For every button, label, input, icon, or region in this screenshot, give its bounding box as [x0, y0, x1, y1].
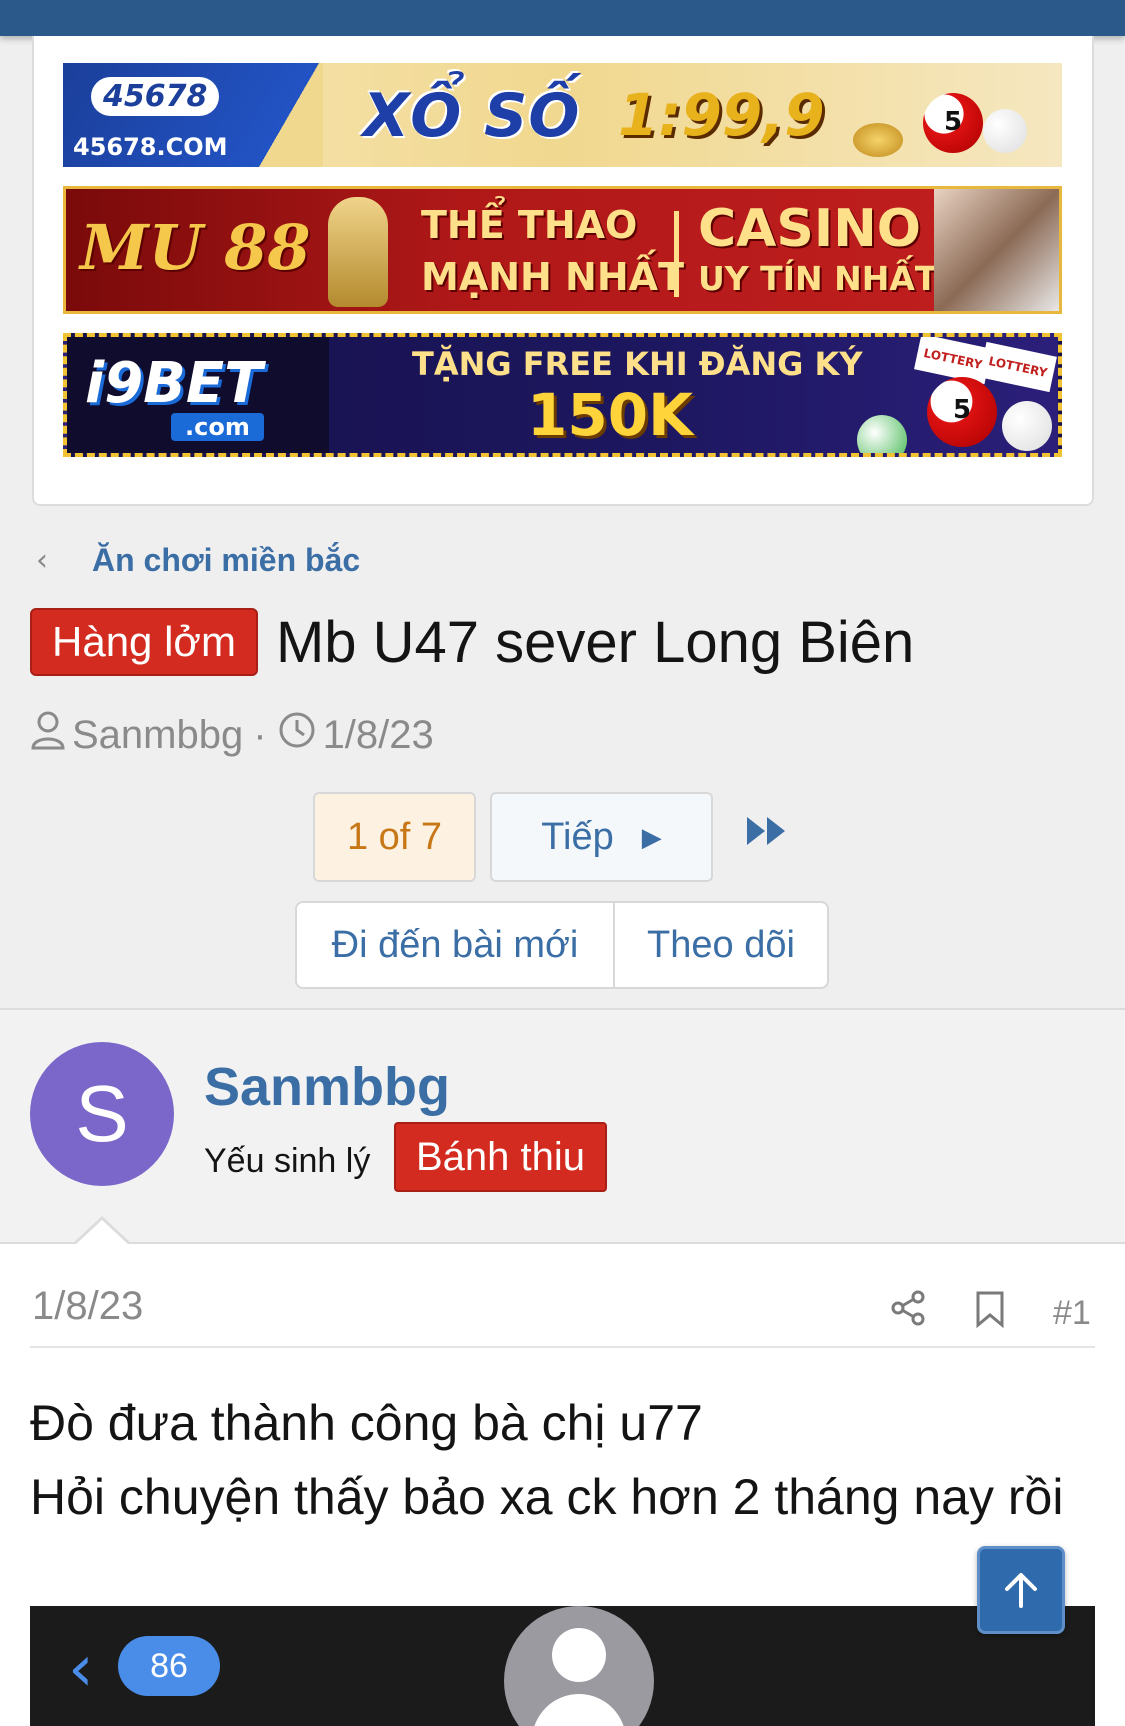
ball-number-label: 5 — [952, 395, 972, 425]
post-date[interactable]: 1/8/23 — [32, 1284, 143, 1329]
arrow-up-icon — [1005, 1573, 1037, 1608]
chevron-left-icon: ‹ — [68, 1632, 94, 1706]
avatar[interactable]: S — [30, 1042, 174, 1186]
ad-divider — [674, 211, 679, 297]
page-title: Mb U47 sever Long Biên — [275, 609, 915, 675]
lottery-ticket-icon: LOTTERY — [979, 341, 1057, 393]
breadcrumb-link[interactable]: Ăn chơi miền bắc — [92, 542, 360, 579]
ad-logo-domain: 45678.COM — [73, 133, 228, 161]
lottery-ball-icon — [1002, 401, 1052, 451]
next-page-button[interactable]: Tiếp ▶ — [490, 792, 713, 882]
lottery-ball-icon — [983, 109, 1027, 153]
ad-banner-sports[interactable]: MU 88 THỂ THAO MẠNH NHẤT CASINO UY TÍN N… — [63, 186, 1062, 314]
fast-forward-icon[interactable] — [745, 815, 787, 856]
thread-date[interactable]: 1/8/23 — [323, 713, 434, 758]
divider — [30, 1346, 1095, 1348]
trophy-icon — [328, 197, 388, 307]
ad-domain: .com — [171, 413, 264, 441]
next-label: Tiếp — [541, 815, 614, 858]
ad-brand: MU 88 — [80, 211, 311, 284]
clock-icon — [277, 710, 323, 760]
post-user-info: S Sanmbbg Yếu sinh lý Bánh thiu — [0, 1008, 1125, 1244]
post-body-line: Đò đưa thành công bà chị u77 — [30, 1395, 703, 1451]
meta-separator: · — [253, 712, 267, 757]
post-body: Đò đưa thành công bà chị u77 Hỏi chuyện … — [30, 1386, 1100, 1534]
thread-prefix-badge[interactable]: Hàng lởm — [30, 608, 258, 676]
message-count-badge: 86 — [118, 1636, 220, 1696]
watch-button[interactable]: Theo dõi — [615, 903, 827, 987]
caret-right-icon: ▶ — [641, 821, 662, 852]
post-arrow-inner — [74, 1220, 130, 1246]
ad-logo: i9BET .com — [67, 337, 329, 453]
ad-banner-bet[interactable]: i9BET .com TẶNG FREE KHI ĐĂNG KÝ 150K LO… — [63, 333, 1062, 457]
thread-title-row: Hàng lởm Mb U47 sever Long Biên — [30, 608, 914, 676]
ad-logo: 45678 45678.COM — [63, 63, 323, 167]
post-number[interactable]: #1 — [1053, 1294, 1091, 1333]
thread-meta: Sanmbbg · 1/8/23 — [30, 710, 434, 760]
ad-banner-lottery[interactable]: 45678 45678.COM XỔ SỐ 1:99,9 5 — [63, 63, 1062, 167]
bookmark-icon[interactable] — [974, 1290, 1006, 1333]
ad-brand: i9BET — [85, 351, 263, 416]
thread-actions: Đi đến bài mới Theo dõi — [295, 901, 829, 989]
ball-number-label: 5 — [943, 107, 963, 137]
post-body-line: Hỏi chuyện thấy bảo xa ck hơn 2 tháng na… — [30, 1469, 1064, 1525]
breadcrumb[interactable]: ‹ Ăn chơi miền bắc — [36, 542, 360, 579]
attachment-image[interactable]: ‹ 86 — [30, 1606, 1095, 1726]
user-title: Yếu sinh lý — [204, 1142, 371, 1180]
ad-line3: CASINO — [698, 199, 921, 259]
ad-odds: 1:99,9 — [618, 81, 825, 149]
ad-headline: XỔ SỐ — [363, 81, 581, 151]
scroll-top-button[interactable] — [977, 1546, 1065, 1634]
lottery-ball-icon — [857, 415, 907, 453]
ad-line1: THỂ THAO — [421, 203, 638, 247]
share-icon[interactable] — [890, 1290, 926, 1331]
ad-amount: 150K — [527, 381, 694, 449]
ad-line1: TẶNG FREE KHI ĐĂNG KÝ — [412, 345, 863, 383]
ad-logo-number: 45678 — [91, 77, 220, 116]
chevron-left-icon: ‹ — [36, 543, 48, 578]
new-posts-button[interactable]: Đi đến bài mới — [297, 903, 615, 987]
ad-line4: UY TÍN NHẤT — [698, 259, 938, 298]
post-username[interactable]: Sanmbbg — [204, 1056, 450, 1118]
user-banner-badge: Bánh thiu — [394, 1122, 608, 1192]
thread-author[interactable]: Sanmbbg — [72, 713, 243, 758]
top-header-bar — [0, 0, 1125, 36]
players-image — [934, 189, 1059, 311]
ad-line2: MẠNH NHẤT — [421, 255, 684, 299]
user-icon — [30, 710, 72, 760]
coin-icon — [853, 123, 903, 157]
contact-avatar-icon — [504, 1606, 654, 1726]
page-current[interactable]: 1 of 7 — [313, 792, 476, 882]
